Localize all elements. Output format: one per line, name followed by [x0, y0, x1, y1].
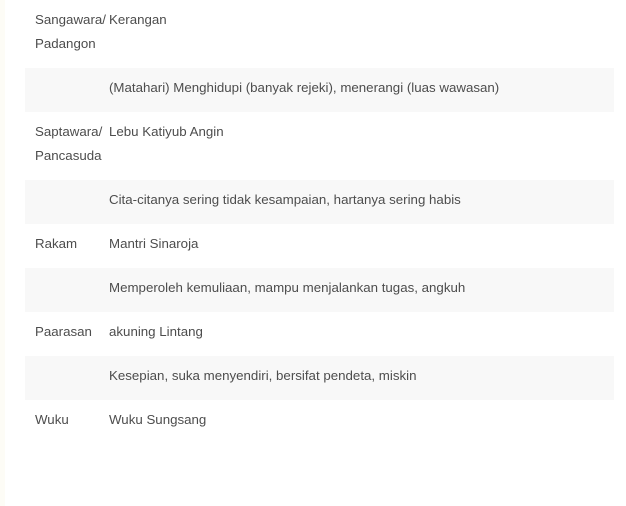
row-value: Mantri Sinaroja	[109, 236, 199, 251]
table-row: Paarasan akuning Lintang	[25, 312, 614, 356]
row-label	[25, 68, 109, 112]
row-label	[25, 268, 109, 312]
row-value: Wuku Sungsang	[109, 412, 207, 427]
row-label: Sangawara/Padangon	[35, 12, 106, 51]
row-label	[25, 356, 109, 400]
row-value: (Matahari) Menghidupi (banyak rejeki), m…	[109, 68, 614, 112]
row-label: Wuku	[35, 412, 69, 427]
article-content: Sangawara/Padangon Kerangan (Matahari) M…	[5, 0, 626, 506]
table-row: (Matahari) Menghidupi (banyak rejeki), m…	[25, 68, 614, 112]
table-row: Rakam Mantri Sinaroja	[25, 224, 614, 268]
table-row: Wuku Wuku Sungsang	[25, 400, 614, 444]
row-value: Memperoleh kemuliaan, mampu menjalankan …	[109, 268, 614, 312]
row-value: Kerangan	[109, 12, 167, 27]
table-row: Cita-citanya sering tidak kesampaian, ha…	[25, 180, 614, 224]
row-label: Paarasan	[35, 324, 92, 339]
table-row: Saptawara/Pancasuda Lebu Katiyub Angin	[25, 112, 614, 180]
weton-info-table: Sangawara/Padangon Kerangan (Matahari) M…	[25, 0, 614, 444]
row-label: Rakam	[35, 236, 78, 251]
table-row: Kesepian, suka menyendiri, bersifat pend…	[25, 356, 614, 400]
row-label	[25, 180, 109, 224]
table-row: Memperoleh kemuliaan, mampu menjalankan …	[25, 268, 614, 312]
row-value: Kesepian, suka menyendiri, bersifat pend…	[109, 356, 614, 400]
row-value: Cita-citanya sering tidak kesampaian, ha…	[109, 180, 614, 224]
row-value: Lebu Katiyub Angin	[109, 124, 224, 139]
row-value: akuning Lintang	[109, 324, 203, 339]
row-label: Saptawara/Pancasuda	[35, 124, 103, 163]
table-row: Sangawara/Padangon Kerangan	[25, 0, 614, 68]
